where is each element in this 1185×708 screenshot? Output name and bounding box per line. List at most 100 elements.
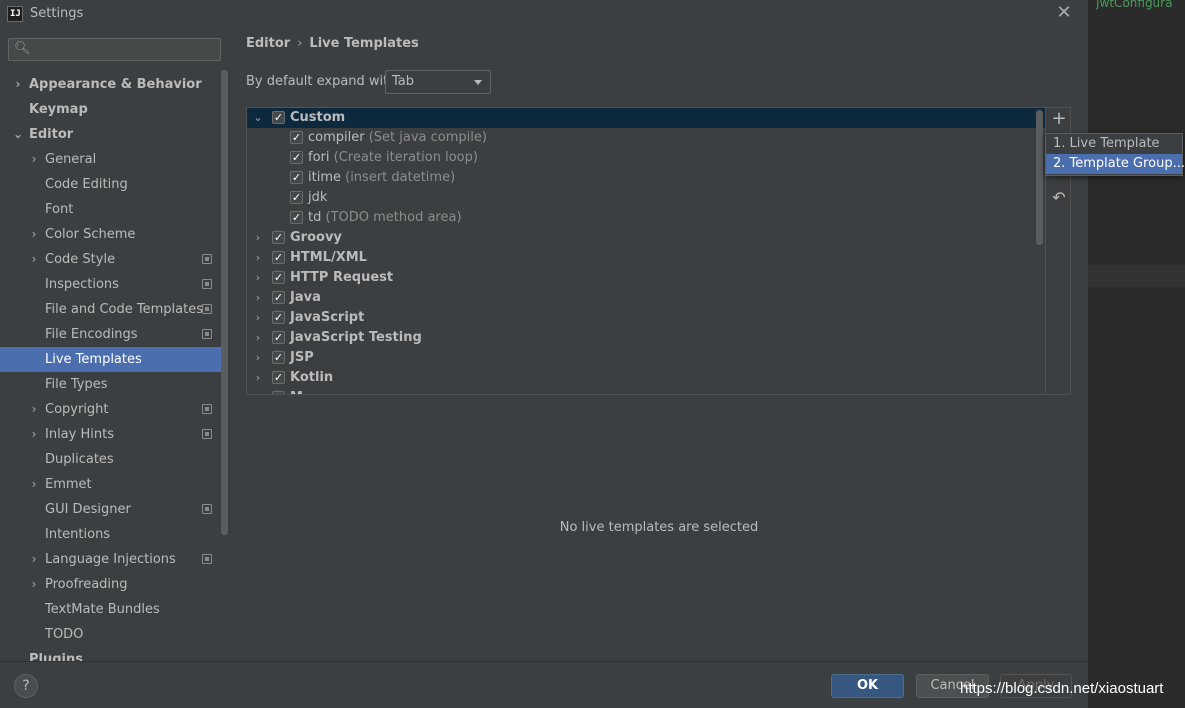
- group-checkbox[interactable]: ✓: [272, 251, 285, 264]
- chevron-down-icon[interactable]: ⌄: [252, 108, 264, 128]
- template-name: fori: [308, 150, 330, 165]
- sidebar-item-inspections[interactable]: Inspections: [0, 272, 228, 297]
- expand-with-dropdown[interactable]: Tab: [385, 70, 491, 94]
- template-group-row[interactable]: › ✓ HTML/XML: [247, 248, 1045, 268]
- sidebar-item-code-editing[interactable]: Code Editing: [0, 172, 228, 197]
- sidebar-scrollbar[interactable]: [221, 70, 228, 535]
- sidebar-item-editor[interactable]: ⌄ Editor: [0, 122, 228, 147]
- sidebar-item-proofreading[interactable]: › Proofreading: [0, 572, 228, 597]
- group-name: HTML/XML: [290, 248, 367, 268]
- chevron-right-icon[interactable]: ›: [252, 248, 264, 268]
- chevron-right-icon[interactable]: ›: [252, 328, 264, 348]
- template-checkbox[interactable]: ✓: [290, 171, 303, 184]
- chevron-right-icon[interactable]: ›: [252, 308, 264, 328]
- templates-tree-scrollbar[interactable]: [1036, 110, 1043, 245]
- breadcrumb-parent[interactable]: Editor: [246, 36, 290, 51]
- sidebar-item-inlay-hints[interactable]: › Inlay Hints: [0, 422, 228, 447]
- template-checkbox[interactable]: ✓: [290, 211, 303, 224]
- sidebar-item-gui-designer[interactable]: GUI Designer: [0, 497, 228, 522]
- sidebar-item-file-types[interactable]: File Types: [0, 372, 228, 397]
- group-checkbox[interactable]: ✓: [272, 271, 285, 284]
- watermark-text: https://blog.csdn.net/xiaostuart: [960, 680, 1164, 697]
- sidebar-item-copyright[interactable]: › Copyright: [0, 397, 228, 422]
- menu-item-live-template[interactable]: 1. Live Template: [1046, 134, 1182, 154]
- group-checkbox[interactable]: ✓: [272, 391, 285, 394]
- group-checkbox[interactable]: ✓: [272, 351, 285, 364]
- sidebar-item-file-and-code-templates[interactable]: File and Code Templates: [0, 297, 228, 322]
- template-group-row[interactable]: › ✓ Java: [247, 288, 1045, 308]
- chevron-right-icon[interactable]: ›: [28, 472, 40, 497]
- chevron-right-icon[interactable]: ›: [28, 397, 40, 422]
- chevron-right-icon[interactable]: ›: [252, 368, 264, 388]
- chevron-right-icon[interactable]: ›: [28, 422, 40, 447]
- search-icon: 🔍︎: [14, 41, 31, 56]
- sidebar-item-duplicates[interactable]: Duplicates: [0, 447, 228, 472]
- group-checkbox[interactable]: ✓: [272, 331, 285, 344]
- chevron-right-icon[interactable]: ›: [252, 348, 264, 368]
- template-row[interactable]: ✓ fori (Create iteration loop): [247, 148, 1045, 168]
- sidebar-item-font[interactable]: Font: [0, 197, 228, 222]
- search-input[interactable]: [35, 41, 215, 58]
- chevron-down-icon[interactable]: ⌄: [12, 122, 24, 147]
- close-icon[interactable]: ✕: [1055, 4, 1073, 22]
- group-checkbox[interactable]: ✓: [272, 291, 285, 304]
- template-group-row[interactable]: › ✓ Kotlin: [247, 368, 1045, 388]
- template-row[interactable]: ✓ compiler (Set java compile): [247, 128, 1045, 148]
- sidebar-item-live-templates[interactable]: Live Templates: [0, 347, 228, 372]
- group-checkbox[interactable]: ✓: [272, 111, 285, 124]
- sidebar-item-keymap[interactable]: Keymap: [0, 97, 228, 122]
- template-checkbox[interactable]: ✓: [290, 131, 303, 144]
- group-checkbox[interactable]: ✓: [272, 371, 285, 384]
- template-checkbox[interactable]: ✓: [290, 191, 303, 204]
- template-group-row[interactable]: › ✓ M: [247, 388, 1045, 394]
- template-abbreviation: td (TODO method area): [308, 208, 462, 228]
- sidebar-item-color-scheme[interactable]: › Color Scheme: [0, 222, 228, 247]
- title-bar: IJ Settings ✕: [0, 0, 1088, 28]
- sidebar-item-label: Proofreading: [45, 577, 128, 592]
- template-checkbox[interactable]: ✓: [290, 151, 303, 164]
- help-button[interactable]: ?: [14, 674, 38, 698]
- project-config-icon: [202, 429, 212, 439]
- template-row[interactable]: ✓ jdk: [247, 188, 1045, 208]
- menu-item-template-group[interactable]: 2. Template Group...: [1046, 154, 1185, 174]
- template-group-row[interactable]: ⌄ ✓ Custom: [247, 108, 1045, 128]
- sidebar-item-textmate-bundles[interactable]: TextMate Bundles: [0, 597, 228, 622]
- sidebar-item-appearance-behavior[interactable]: › Appearance & Behavior: [0, 72, 228, 97]
- chevron-right-icon[interactable]: ›: [252, 228, 264, 248]
- template-group-row[interactable]: › ✓ HTTP Request: [247, 268, 1045, 288]
- chevron-right-icon[interactable]: ›: [28, 147, 40, 172]
- sidebar-item-code-style[interactable]: › Code Style: [0, 247, 228, 272]
- chevron-right-icon[interactable]: ›: [28, 222, 40, 247]
- template-name: HTML/XML: [290, 250, 367, 265]
- template-group-row[interactable]: › ✓ JSP: [247, 348, 1045, 368]
- sidebar-item-emmet[interactable]: › Emmet: [0, 472, 228, 497]
- group-checkbox[interactable]: ✓: [272, 231, 285, 244]
- chevron-right-icon[interactable]: ›: [252, 288, 264, 308]
- sidebar-item-label: Font: [45, 202, 74, 217]
- sidebar-item-file-encodings[interactable]: File Encodings: [0, 322, 228, 347]
- chevron-right-icon[interactable]: ›: [28, 572, 40, 597]
- chevron-right-icon[interactable]: ›: [28, 547, 40, 572]
- template-group-row[interactable]: › ✓ JavaScript Testing: [247, 328, 1045, 348]
- ok-button[interactable]: OK: [831, 674, 904, 698]
- chevron-right-icon[interactable]: ›: [12, 72, 24, 97]
- sidebar-item-todo[interactable]: TODO: [0, 622, 228, 647]
- sidebar-item-plugins[interactable]: Plugins: [0, 647, 228, 661]
- group-checkbox[interactable]: ✓: [272, 311, 285, 324]
- template-group-row[interactable]: › ✓ JavaScript: [247, 308, 1045, 328]
- chevron-right-icon[interactable]: ›: [252, 388, 264, 394]
- template-row[interactable]: ✓ td (TODO method area): [247, 208, 1045, 228]
- template-group-row[interactable]: › ✓ Groovy: [247, 228, 1045, 248]
- sidebar-item-label: Keymap: [29, 102, 88, 117]
- sidebar-item-general[interactable]: › General: [0, 147, 228, 172]
- sidebar-item-intentions[interactable]: Intentions: [0, 522, 228, 547]
- chevron-right-icon[interactable]: ›: [28, 247, 40, 272]
- template-abbreviation: compiler (Set java compile): [308, 128, 487, 148]
- undo-icon[interactable]: ↶: [1050, 189, 1068, 207]
- sidebar-item-language-injections[interactable]: › Language Injections: [0, 547, 228, 572]
- chevron-right-icon[interactable]: ›: [252, 268, 264, 288]
- template-name: JavaScript Testing: [290, 330, 422, 345]
- template-row[interactable]: ✓ itime (insert datetime): [247, 168, 1045, 188]
- search-box[interactable]: 🔍︎: [8, 38, 221, 61]
- plus-icon[interactable]: +: [1050, 110, 1068, 128]
